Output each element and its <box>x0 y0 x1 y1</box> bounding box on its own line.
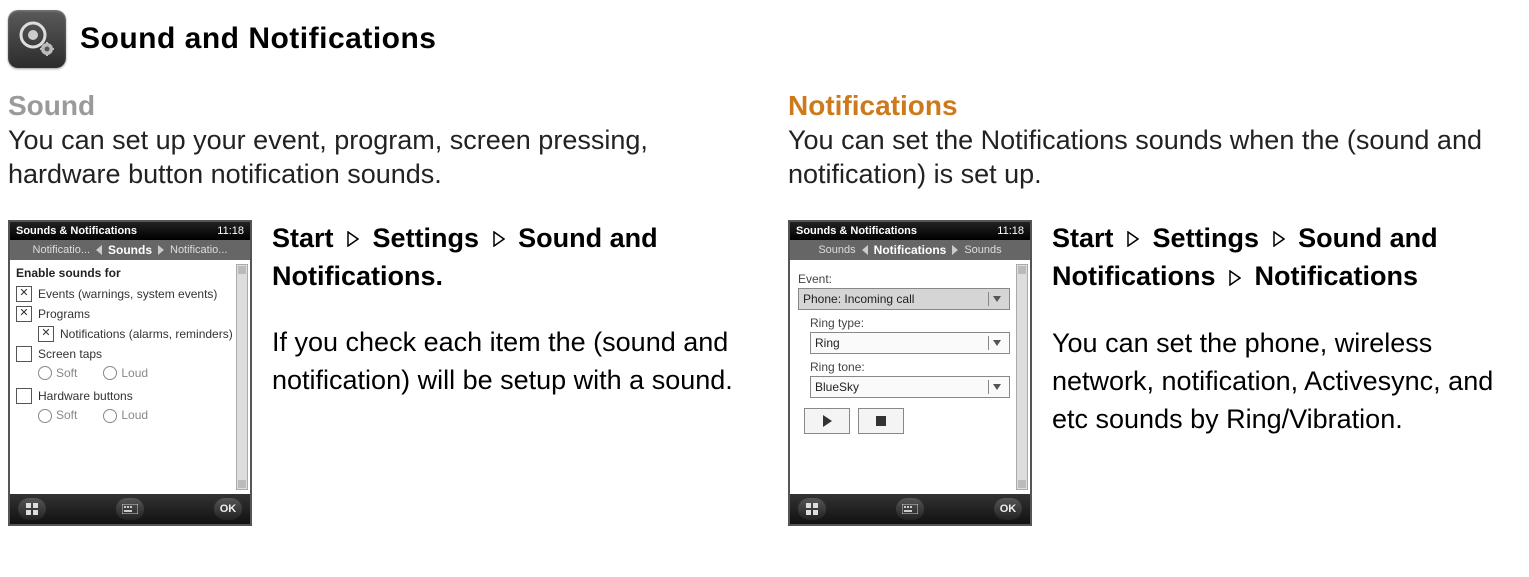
path-notifications: Notifications <box>1255 261 1419 291</box>
stop-icon <box>876 416 886 426</box>
section-heading-notifications: Notifications <box>788 90 1528 122</box>
checkbox-screen-taps[interactable]: Screen taps <box>16 346 244 362</box>
ringtone-select[interactable]: BlueSky <box>810 376 1010 398</box>
phone-softkeys: OK <box>790 494 1030 524</box>
event-label: Event: <box>798 272 1024 286</box>
phone-statusbar: Sounds & Notifications 11:18 <box>10 222 250 240</box>
radio-row-screen-taps: Soft Loud <box>38 366 244 381</box>
chevron-right-icon[interactable] <box>952 245 958 255</box>
instructions-sound: Start Settings Sound and Notifications. … <box>272 220 748 428</box>
checkbox-hardware-buttons[interactable]: Hardware buttons <box>16 388 244 404</box>
start-button[interactable] <box>18 498 46 520</box>
triangle-right-icon <box>347 220 359 258</box>
radio-loud-2[interactable]: Loud <box>103 408 148 423</box>
instruction-body-sound: If you check each item the (sound and no… <box>272 324 748 400</box>
ringtone-value: BlueSky <box>815 380 859 394</box>
page-header: Sound and Notifications <box>8 10 1529 68</box>
radio-soft[interactable]: Soft <box>38 366 77 381</box>
instructions-notifications: Start Settings Sound and Notifications N… <box>1052 220 1528 467</box>
ringtype-select[interactable]: Ring <box>810 332 1010 354</box>
phone-statusbar: Sounds & Notifications 11:18 <box>790 222 1030 240</box>
nav-center-label: Sounds <box>108 243 152 257</box>
chevron-left-icon[interactable] <box>862 245 868 255</box>
chevron-down-icon <box>988 292 1005 306</box>
ringtype-value: Ring <box>815 336 840 350</box>
checkbox-programs-label: Programs <box>38 307 90 321</box>
section-notifications: Notifications You can set the Notificati… <box>788 90 1528 526</box>
radio-row-hardware: Soft Loud <box>38 408 244 423</box>
event-value: Phone: Incoming call <box>803 292 914 306</box>
group-title: Enable sounds for <box>16 266 244 280</box>
stop-button[interactable] <box>858 408 904 434</box>
scrollbar[interactable] <box>236 264 248 490</box>
path-start: Start <box>1052 223 1114 253</box>
checkbox-notifications-label: Notifications (alarms, reminders) <box>60 327 233 341</box>
section-intro-sound: You can set up your event, program, scre… <box>8 124 748 192</box>
triangle-right-icon <box>1273 220 1285 258</box>
nav-left-label[interactable]: Notificatio... <box>33 244 90 256</box>
checkbox-screen-taps-label: Screen taps <box>38 347 102 361</box>
path-settings: Settings <box>373 223 480 253</box>
start-button[interactable] <box>798 498 826 520</box>
scrollbar[interactable] <box>1016 264 1028 490</box>
chevron-right-icon[interactable] <box>158 245 164 255</box>
keyboard-button[interactable] <box>896 498 924 520</box>
checkbox-events-label: Events (warnings, system events) <box>38 287 217 301</box>
screenshot-notifications: Sounds & Notifications 11:18 Sounds Noti… <box>788 220 1032 526</box>
triangle-right-icon <box>1229 259 1241 297</box>
triangle-right-icon <box>1127 220 1139 258</box>
section-intro-notifications: You can set the Notifications sounds whe… <box>788 124 1528 192</box>
checkbox-programs[interactable]: ✕ Programs <box>16 306 244 322</box>
radio-loud[interactable]: Loud <box>103 366 148 381</box>
chevron-down-icon <box>988 380 1005 394</box>
radio-soft-2[interactable]: Soft <box>38 408 77 423</box>
ringtype-label: Ring type: <box>810 316 1024 330</box>
phone-body: Enable sounds for ✕ Events (warnings, sy… <box>10 260 250 494</box>
checkbox-hardware-buttons-label: Hardware buttons <box>38 389 133 403</box>
screenshot-sounds: Sounds & Notifications 11:18 Notificatio… <box>8 220 252 526</box>
section-sound: Sound You can set up your event, program… <box>8 90 748 526</box>
triangle-right-icon <box>493 220 505 258</box>
nav-right-label[interactable]: Notificatio... <box>170 244 227 256</box>
speaker-gear-icon <box>8 10 66 68</box>
play-button[interactable] <box>804 408 850 434</box>
phone-status-title: Sounds & Notifications <box>796 225 917 237</box>
phone-tabbar: Notificatio... Sounds Notificatio... <box>10 240 250 260</box>
keyboard-button[interactable] <box>116 498 144 520</box>
event-select[interactable]: Phone: Incoming call <box>798 288 1010 310</box>
phone-status-title: Sounds & Notifications <box>16 225 137 237</box>
phone-softkeys: OK <box>10 494 250 524</box>
checkbox-events[interactable]: ✕ Events (warnings, system events) <box>16 286 244 302</box>
ok-button[interactable]: OK <box>214 498 242 520</box>
nav-right-label[interactable]: Sounds <box>964 244 1001 256</box>
phone-tabbar: Sounds Notifications Sounds <box>790 240 1030 260</box>
ringtone-label: Ring tone: <box>810 360 1024 374</box>
chevron-down-icon <box>988 336 1005 350</box>
phone-body: Event: Phone: Incoming call Ring type: R… <box>790 260 1030 494</box>
ok-button[interactable]: OK <box>994 498 1022 520</box>
section-heading-sound: Sound <box>8 90 748 122</box>
path-start: Start <box>272 223 334 253</box>
nav-center-label: Notifications <box>874 243 947 257</box>
phone-status-time: 11:18 <box>997 225 1024 237</box>
media-controls <box>804 408 1024 434</box>
page-title: Sound and Notifications <box>80 22 437 56</box>
checkbox-notifications[interactable]: ✕ Notifications (alarms, reminders) <box>38 326 244 342</box>
path-settings: Settings <box>1153 223 1260 253</box>
phone-status-time: 11:18 <box>217 225 244 237</box>
nav-left-label[interactable]: Sounds <box>818 244 855 256</box>
play-icon <box>823 415 832 427</box>
chevron-left-icon[interactable] <box>96 245 102 255</box>
instruction-body-notifications: You can set the phone, wireless network,… <box>1052 325 1528 438</box>
